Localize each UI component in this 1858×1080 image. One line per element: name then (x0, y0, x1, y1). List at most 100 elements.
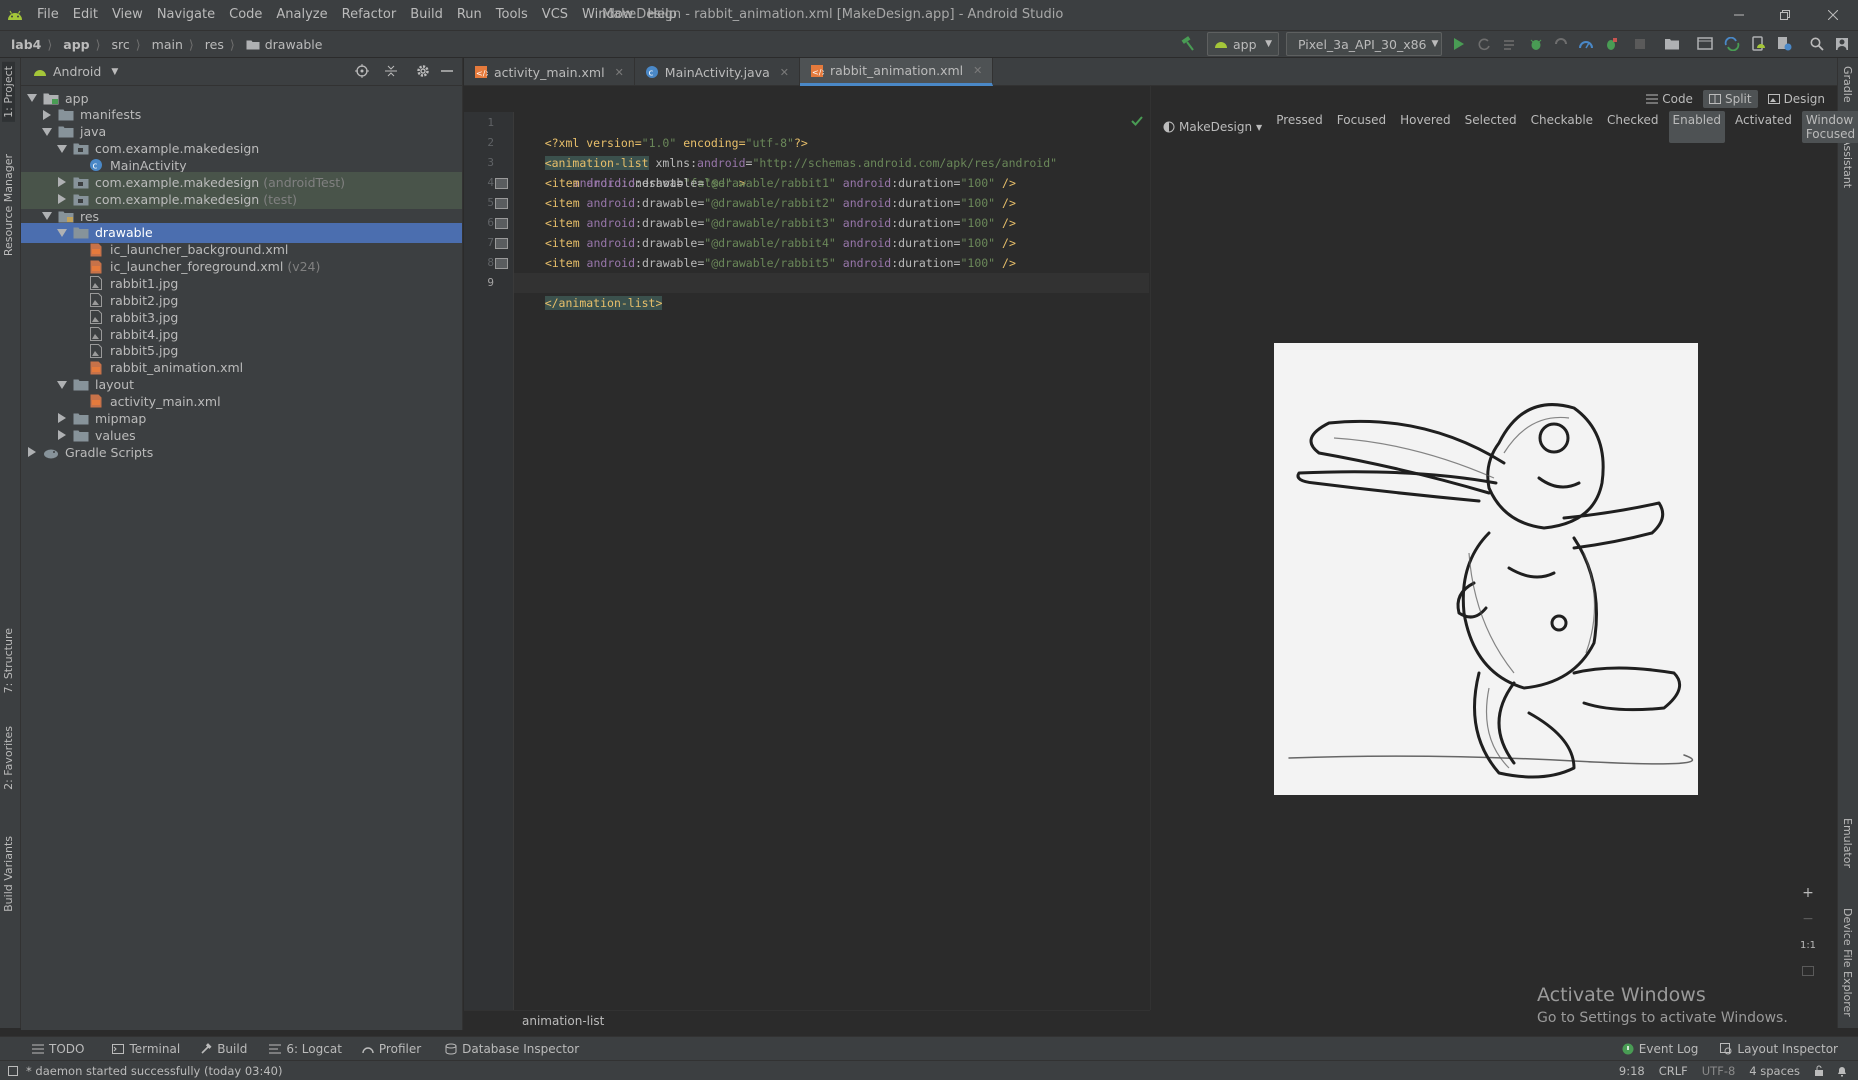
status-toggle-icon[interactable] (8, 1065, 18, 1076)
close-tab-icon[interactable]: ✕ (780, 66, 789, 79)
profiler-tool-button[interactable]: Profiler (362, 1042, 421, 1056)
editor-breadcrumb[interactable]: animation-list (464, 1010, 1150, 1030)
menu-build[interactable]: Build (403, 0, 450, 30)
sync-gradle-icon[interactable] (1720, 32, 1744, 56)
zoom-reset-button[interactable]: 1:1 (1797, 934, 1819, 956)
layout-inspector-tool-button[interactable]: Layout Inspector (1720, 1042, 1838, 1056)
restore-button[interactable] (1762, 0, 1808, 30)
state-toggle-enabled[interactable]: Enabled (1668, 111, 1726, 143)
file-encoding[interactable]: UTF-8 (1702, 1064, 1736, 1078)
expanded-arrow-icon[interactable] (55, 378, 69, 392)
menu-edit[interactable]: Edit (66, 0, 105, 30)
build-tool-button[interactable]: Build (200, 1042, 247, 1056)
zoom-out-button[interactable]: − (1797, 908, 1819, 930)
line-separator[interactable]: CRLF (1659, 1064, 1688, 1078)
gear-icon[interactable] (416, 64, 430, 78)
collapsed-arrow-icon[interactable] (55, 411, 69, 425)
expanded-arrow-icon[interactable] (40, 125, 54, 139)
close-tab-icon[interactable]: ✕ (615, 66, 624, 79)
run-config-select[interactable]: app ▼ (1207, 32, 1279, 56)
apply-changes-icon[interactable] (1472, 32, 1496, 56)
device-select[interactable]: Pixel_3a_API_30_x86 ▼ (1286, 32, 1442, 56)
expanded-arrow-icon[interactable] (25, 91, 39, 105)
account-icon[interactable] (1830, 32, 1854, 56)
zoom-in-button[interactable]: + (1797, 882, 1819, 904)
breadcrumb-item[interactable]: lab4 ⟩ (0, 37, 52, 52)
menu-run[interactable]: Run (450, 0, 489, 30)
chevron-down-icon[interactable]: ▼ (111, 67, 118, 77)
no-problems-check-icon[interactable] (1131, 116, 1143, 126)
resource-manager-tool-tab[interactable]: Resource Manager (2, 154, 15, 256)
caret-position[interactable]: 9:18 (1619, 1064, 1645, 1078)
attach-debugger-icon[interactable] (1599, 32, 1623, 56)
expanded-arrow-icon[interactable] (55, 226, 69, 240)
collapsed-arrow-icon[interactable] (55, 192, 69, 206)
locate-icon[interactable] (355, 64, 369, 78)
logcat-tool-button[interactable]: 6: Logcat (269, 1042, 342, 1056)
code-editor[interactable]: <?xml version="1.0" encoding="utf-8"?> <… (514, 112, 1149, 1010)
build-variants-tool-tab[interactable]: Build Variants (2, 836, 15, 912)
drawable-preview-icon[interactable] (495, 198, 508, 209)
menu-vcs[interactable]: VCS (535, 0, 575, 30)
split-view-button[interactable]: Split (1702, 90, 1758, 108)
state-toggle-activated[interactable]: Activated (1731, 111, 1796, 143)
tab-rabbit-animation-xml[interactable]: </> rabbit_animation.xml✕ (799, 58, 994, 86)
minimize-button[interactable] (1716, 0, 1762, 30)
lock-icon[interactable] (1814, 1065, 1824, 1077)
notifications-icon[interactable] (1836, 1065, 1848, 1077)
make-project-hammer-icon[interactable] (1176, 32, 1200, 56)
breadcrumb-item[interactable]: drawable (235, 37, 322, 52)
state-toggle-window-focused[interactable]: Window Focused (1801, 111, 1858, 143)
tab-activity-main-xml[interactable]: </> activity_main.xml✕ (464, 58, 635, 86)
state-toggle-selected[interactable]: Selected (1461, 111, 1521, 143)
expanded-arrow-icon[interactable] (40, 209, 54, 223)
state-toggle-checked[interactable]: Checked (1603, 111, 1663, 143)
close-window-button[interactable] (1810, 0, 1856, 30)
breadcrumb-item[interactable]: src ⟩ (101, 37, 141, 52)
sdk-manager-icon[interactable] (1693, 32, 1717, 56)
menu-file[interactable]: File (30, 0, 66, 30)
close-tab-icon[interactable]: ✕ (973, 64, 982, 77)
apply-code-changes-icon[interactable] (1497, 32, 1521, 56)
theme-select[interactable]: MakeDesign ▼ (1163, 120, 1262, 134)
breadcrumb-item[interactable]: res ⟩ (194, 37, 235, 52)
profile-icon[interactable] (1574, 32, 1598, 56)
assistant-tool-tab[interactable]: Assistant (1841, 138, 1854, 188)
coverage-icon[interactable] (1549, 32, 1573, 56)
state-toggle-pressed[interactable]: Pressed (1272, 111, 1327, 143)
search-icon[interactable] (1805, 32, 1829, 56)
collapse-all-icon[interactable] (384, 64, 398, 78)
menu-code[interactable]: Code (222, 0, 269, 30)
avd-manager-icon[interactable] (1746, 32, 1770, 56)
device-manager-icon[interactable] (1772, 32, 1796, 56)
menu-analyze[interactable]: Analyze (269, 0, 334, 30)
terminal-tool-button[interactable]: Terminal (112, 1042, 180, 1056)
hide-panel-icon[interactable] (441, 64, 453, 78)
tree-item[interactable]: Gradle Scripts (21, 442, 462, 462)
collapsed-arrow-icon[interactable] (55, 428, 69, 442)
menu-view[interactable]: View (105, 0, 150, 30)
menu-navigate[interactable]: Navigate (150, 0, 222, 30)
stop-icon[interactable] (1628, 32, 1652, 56)
run-icon[interactable] (1447, 32, 1471, 56)
code-view-button[interactable]: Code (1640, 90, 1699, 108)
tab-mainactivity-java[interactable]: c MainActivity.java ✕ (635, 58, 800, 86)
gradle-tool-tab[interactable]: Gradle (1841, 66, 1854, 103)
menu-tools[interactable]: Tools (489, 0, 535, 30)
database-inspector-tool-button[interactable]: Database Inspector (445, 1042, 579, 1056)
expanded-arrow-icon[interactable] (55, 142, 69, 156)
event-log-tool-button[interactable]: Event Log (1622, 1042, 1698, 1056)
drawable-preview-icon[interactable] (495, 238, 508, 249)
project-view-select[interactable]: Android (53, 64, 101, 79)
favorites-tool-tab[interactable]: 2: Favorites (2, 726, 15, 790)
state-toggle-checkable[interactable]: Checkable (1527, 111, 1597, 143)
zoom-to-fit-button[interactable] (1797, 960, 1819, 982)
structure-tool-tab[interactable]: 7: Structure (2, 628, 15, 693)
drawable-preview-icon[interactable] (495, 218, 508, 229)
collapsed-arrow-icon[interactable] (55, 175, 69, 189)
project-tool-tab[interactable]: 1: Project (2, 62, 15, 122)
collapsed-arrow-icon[interactable] (40, 108, 54, 122)
state-toggle-focused[interactable]: Focused (1333, 111, 1390, 143)
debug-icon[interactable] (1524, 32, 1548, 56)
device-file-explorer-tool-tab[interactable]: Device File Explorer (1841, 908, 1854, 1017)
